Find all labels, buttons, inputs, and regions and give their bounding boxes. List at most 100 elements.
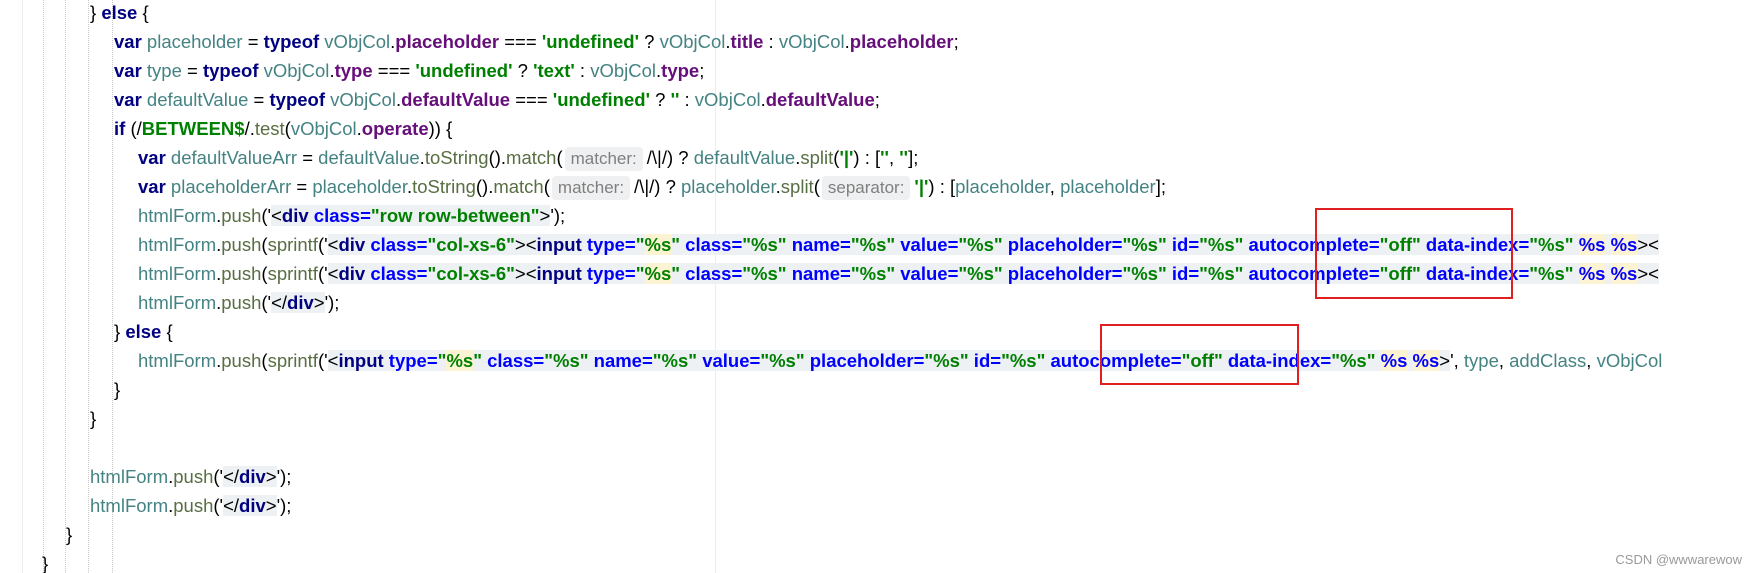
code-token: 'undefined' bbox=[541, 31, 639, 52]
code-token: placeholder bbox=[955, 176, 1050, 197]
code-token: /. bbox=[244, 118, 255, 139]
code-token bbox=[1605, 234, 1611, 255]
code-token: push bbox=[221, 234, 262, 255]
code-token: (' bbox=[261, 205, 272, 226]
code-token: vObjCol bbox=[659, 31, 726, 52]
code-token: "%s" bbox=[1199, 263, 1244, 284]
code-line[interactable]: var defaultValue = typeof vObjCol.defaul… bbox=[114, 85, 880, 114]
code-token: %s bbox=[446, 350, 474, 371]
code-token: push bbox=[221, 292, 262, 313]
code-token: ? bbox=[512, 60, 534, 81]
code-token: else bbox=[101, 2, 138, 23]
code-line[interactable]: } bbox=[114, 375, 120, 404]
code-token: div bbox=[338, 234, 366, 255]
code-line[interactable]: var placeholder = typeof vObjCol.placeho… bbox=[114, 27, 959, 56]
code-line[interactable]: if (/BETWEEN$/.test(vObjCol.operate)) { bbox=[114, 114, 452, 143]
code-token: type= bbox=[581, 234, 636, 255]
code-token bbox=[1573, 263, 1579, 284]
code-token: type bbox=[661, 60, 700, 81]
code-line[interactable]: htmlForm.push('</div>'); bbox=[138, 288, 339, 317]
code-token: if bbox=[114, 118, 126, 139]
code-line[interactable]: } else { bbox=[114, 317, 173, 346]
code-token: toString bbox=[424, 147, 489, 168]
code-token: %s bbox=[1578, 263, 1606, 284]
code-token: ) ? bbox=[666, 147, 694, 168]
code-line[interactable]: htmlForm.push(sprintf('<input type="%s" … bbox=[138, 346, 1662, 375]
code-token: %s bbox=[1412, 350, 1440, 371]
code-token: class= bbox=[481, 350, 545, 371]
code-token: test bbox=[254, 118, 285, 139]
code-token: > bbox=[265, 466, 277, 487]
code-line[interactable]: htmlForm.push('</div>'); bbox=[90, 462, 291, 491]
code-token: placeholder= bbox=[804, 350, 925, 371]
code-token: = bbox=[297, 147, 319, 168]
parameter-hint: matcher: bbox=[564, 147, 643, 171]
code-token: id= bbox=[1166, 234, 1200, 255]
code-token: { bbox=[137, 2, 149, 23]
code-token: push bbox=[221, 263, 262, 284]
indent-guide bbox=[43, 0, 44, 573]
code-token: defaultValue bbox=[401, 89, 511, 110]
code-token: defaultValue bbox=[765, 89, 875, 110]
code-token: %s bbox=[644, 263, 672, 284]
code-token: ( bbox=[556, 147, 563, 168]
code-token: } bbox=[90, 408, 97, 429]
code-token: ; bbox=[953, 31, 959, 52]
code-token: operate bbox=[361, 118, 429, 139]
code-token: defaultValue bbox=[318, 147, 420, 168]
code-token: '|' bbox=[839, 147, 854, 168]
code-token: /\|/ bbox=[646, 147, 667, 168]
code-token: type= bbox=[383, 350, 438, 371]
code-token: div bbox=[239, 495, 266, 516]
code-token: placeholder bbox=[1060, 176, 1156, 197]
code-token bbox=[1407, 350, 1413, 371]
code-token: %s bbox=[1380, 350, 1408, 371]
code-token: %s bbox=[1610, 234, 1638, 255]
code-token: placeholder bbox=[312, 176, 407, 197]
code-token: var bbox=[114, 31, 142, 52]
code-token: "%s" bbox=[958, 263, 1003, 284]
code-token: "%s" bbox=[760, 350, 805, 371]
code-token: "col-xs-6" bbox=[427, 234, 515, 255]
code-token: %s bbox=[1610, 263, 1638, 284]
code-token: "%s" bbox=[1331, 350, 1376, 371]
code-token: ', bbox=[1450, 350, 1464, 371]
code-token: } bbox=[90, 2, 102, 23]
code-token: === bbox=[499, 31, 542, 52]
code-token: name= bbox=[786, 263, 851, 284]
code-token: (' bbox=[317, 350, 328, 371]
code-token: div bbox=[338, 263, 366, 284]
code-token: > bbox=[313, 292, 325, 313]
code-token: "row row-between" bbox=[370, 205, 540, 226]
code-line[interactable]: } else { bbox=[90, 0, 149, 27]
code-token: "%s" bbox=[850, 234, 896, 255]
code-token: (). bbox=[475, 176, 494, 197]
code-token: vObjCol bbox=[694, 89, 761, 110]
code-line[interactable]: } bbox=[90, 404, 96, 433]
code-line[interactable]: htmlForm.push('<div class="row row-betwe… bbox=[138, 201, 565, 230]
code-editor[interactable]: } else {var placeholder = typeof vObjCol… bbox=[0, 0, 1756, 573]
code-token: sprintf bbox=[267, 234, 318, 255]
code-token: > bbox=[539, 205, 551, 226]
code-line[interactable]: } bbox=[42, 549, 48, 573]
code-token: match bbox=[493, 176, 544, 197]
code-token: vObjCol bbox=[290, 118, 357, 139]
code-token: placeholder bbox=[395, 31, 500, 52]
code-token: " bbox=[635, 234, 645, 255]
code-token: < bbox=[327, 350, 339, 371]
code-token: " bbox=[635, 263, 645, 284]
code-line[interactable]: var defaultValueArr = defaultValue.toStr… bbox=[138, 143, 918, 172]
code-token: htmlForm bbox=[138, 205, 217, 226]
code-token: BETWEEN$ bbox=[141, 118, 245, 139]
code-token bbox=[1605, 263, 1611, 284]
code-token: "%s" bbox=[1529, 263, 1574, 284]
code-line[interactable]: var type = typeof vObjCol.type === 'unde… bbox=[114, 56, 704, 85]
code-line[interactable]: htmlForm.push('</div>'); bbox=[90, 491, 291, 520]
code-token: htmlForm bbox=[90, 466, 169, 487]
code-token: = bbox=[181, 60, 203, 81]
code-token: title bbox=[730, 31, 764, 52]
code-token: sprintf bbox=[267, 263, 318, 284]
code-token: vObjCol bbox=[319, 31, 391, 52]
code-line[interactable]: var placeholderArr = placeholder.toStrin… bbox=[138, 172, 1166, 201]
code-line[interactable]: } bbox=[66, 520, 72, 549]
